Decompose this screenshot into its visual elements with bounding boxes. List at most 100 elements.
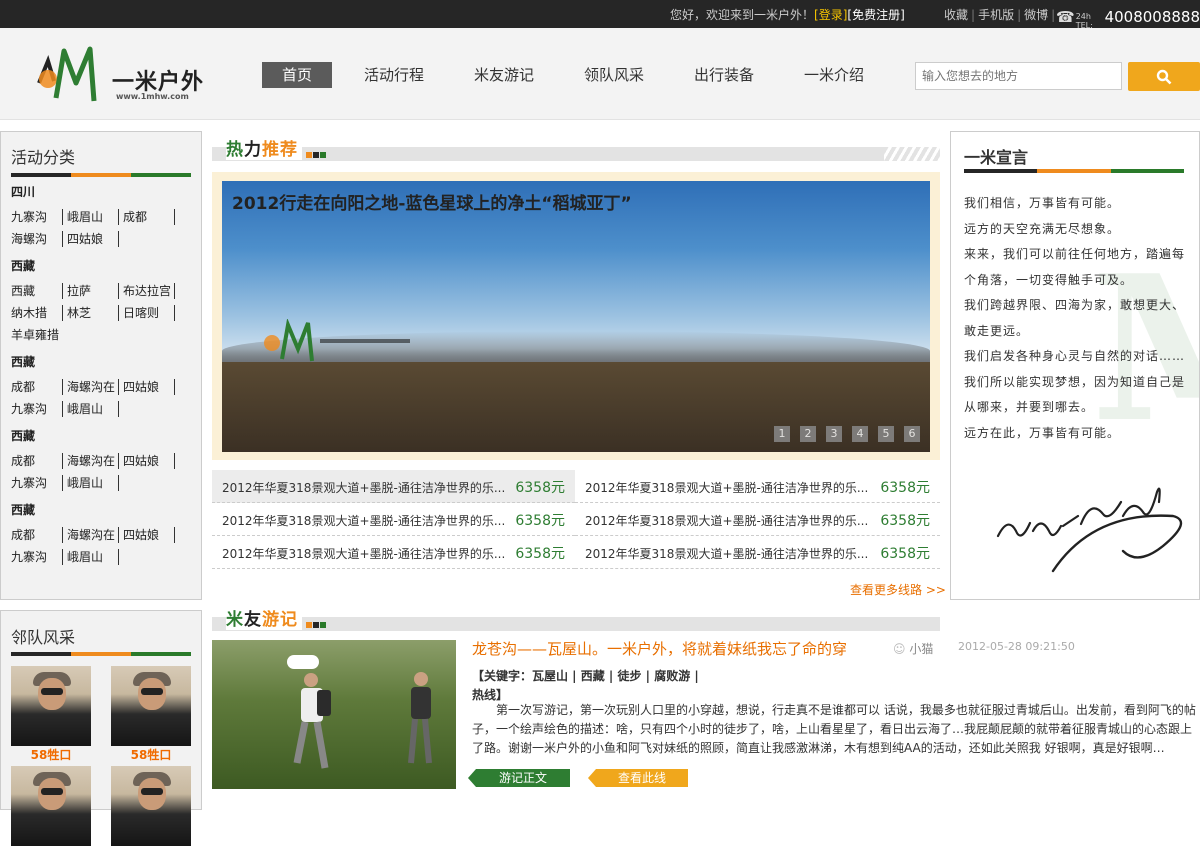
travel-section-title: 米友游记 bbox=[212, 603, 940, 633]
leader-name: 58牲口 bbox=[130, 748, 172, 762]
manifesto-line: 我们所以能实现梦想，因为知道自己是从哪来，并要到哪去。 bbox=[964, 374, 1186, 415]
section-heading: 米友游记 bbox=[226, 605, 302, 630]
category-link[interactable]: 日喀则 bbox=[123, 305, 175, 321]
leaders-title: 邻队风采 bbox=[11, 628, 76, 647]
route-title[interactable]: 2012年华夏318景观大道+墨脱-通往洁净世界的乐... bbox=[222, 479, 505, 496]
route-item[interactable]: 2012年华夏318景观大道+墨脱-通往洁净世界的乐... 6358元 bbox=[212, 503, 575, 536]
category-link[interactable]: 羊卓雍措 bbox=[11, 327, 65, 343]
pager-dot[interactable]: 5 bbox=[878, 426, 894, 442]
weibo-link[interactable]: 微博 bbox=[1024, 8, 1048, 22]
nav-leaders[interactable]: 领队风采 bbox=[584, 62, 644, 88]
category-link[interactable]: 海螺沟在 bbox=[67, 379, 119, 395]
category-link[interactable]: 成都 bbox=[11, 527, 63, 543]
category-link[interactable]: 海螺沟在 bbox=[67, 453, 119, 469]
nav-activities[interactable]: 活动行程 bbox=[364, 62, 424, 88]
category-link[interactable]: 峨眉山 bbox=[67, 549, 119, 565]
category-link[interactable]: 九寨沟 bbox=[11, 401, 63, 417]
route-title[interactable]: 2012年华夏318景观大道+墨脱-通往洁净世界的乐... bbox=[222, 512, 505, 529]
hot-section-title: 热力推荐 bbox=[212, 133, 940, 163]
route-item[interactable]: 2012年华夏318景观大道+墨脱-通往洁净世界的乐... 6358元 bbox=[575, 503, 940, 536]
pager-dot[interactable]: 4 bbox=[852, 426, 868, 442]
category-link[interactable]: 拉萨 bbox=[67, 283, 119, 299]
banner-image[interactable]: 2012行走在向阳之地-蓝色星球上的净土“稻城亚丁” 1 2 3 4 5 6 bbox=[222, 181, 930, 452]
author-icon: ☺ bbox=[893, 642, 906, 656]
favorite-link[interactable]: 收藏 bbox=[944, 8, 968, 22]
category-link[interactable]: 峨眉山 bbox=[67, 401, 119, 417]
category-link[interactable]: 成都 bbox=[11, 379, 63, 395]
logo-mark-icon bbox=[37, 46, 97, 102]
leader-card[interactable]: 58牲口 bbox=[11, 666, 91, 763]
category-panel: 活动分类 四川 九寨沟 峨眉山 成都 海螺沟 四姑娘 西藏 西藏 拉萨 布达拉宫… bbox=[0, 131, 202, 600]
category-title: 活动分类 bbox=[11, 148, 76, 167]
route-item[interactable]: 2012年华夏318景观大道+墨脱-通往洁净世界的乐... 6358元 bbox=[212, 536, 575, 569]
login-link[interactable]: [登录] bbox=[814, 8, 847, 22]
author-name: ☺ 小猫 bbox=[893, 642, 934, 656]
manifesto-line: 我们相信，万事皆有可能。 bbox=[964, 196, 1121, 210]
site-logo[interactable]: 一米户外 www.1mhw.com bbox=[34, 43, 209, 107]
leader-card[interactable]: 58牲口 bbox=[111, 666, 191, 763]
pager-dot[interactable]: 6 bbox=[904, 426, 920, 442]
route-title[interactable]: 2012年华夏318景观大道+墨脱-通往洁净世界的乐... bbox=[585, 545, 868, 562]
manifesto-line: 远方的天空充满无尽想象。 bbox=[964, 221, 1121, 236]
keywords: 【关键字：瓦屋山 | 西藏 | 徒步 | 腐败游 | 热线】 bbox=[472, 669, 699, 702]
route-title[interactable]: 2012年华夏318景观大道+墨脱-通往洁净世界的乐... bbox=[585, 479, 868, 496]
more-routes-link[interactable]: 查看更多线路 >> bbox=[850, 581, 946, 598]
category-link[interactable]: 九寨沟 bbox=[11, 549, 63, 565]
category-link[interactable]: 峨眉山 bbox=[67, 209, 119, 225]
slider-pager: 1 2 3 4 5 6 bbox=[774, 426, 920, 442]
header: 一米户外 www.1mhw.com 首页 活动行程 米友游记 领队风采 出行装备… bbox=[0, 28, 1200, 120]
search-input[interactable] bbox=[915, 62, 1122, 90]
leader-card[interactable] bbox=[111, 766, 191, 846]
title-underline bbox=[11, 173, 191, 177]
category-link[interactable]: 四姑娘 bbox=[123, 379, 175, 395]
watermark-logo-icon bbox=[264, 319, 410, 362]
category-link[interactable]: 海螺沟 bbox=[11, 231, 63, 247]
category-link[interactable]: 成都 bbox=[11, 453, 63, 469]
banner-slider: 2012行走在向阳之地-蓝色星球上的净土“稻城亚丁” 1 2 3 4 5 6 bbox=[212, 172, 940, 460]
route-title[interactable]: 2012年华夏318景观大道+墨脱-通往洁净世界的乐... bbox=[585, 512, 868, 529]
logo-url: www.1mhw.com bbox=[116, 92, 189, 101]
category-link[interactable]: 林芝 bbox=[67, 305, 119, 321]
route-price: 6358元 bbox=[880, 546, 930, 562]
view-route-button[interactable]: 查看此线路 bbox=[588, 769, 688, 803]
travelogue-title[interactable]: 龙苍沟——瓦屋山。一米户外，将就着妹纸我忘了命的穿 bbox=[472, 638, 847, 659]
category-link[interactable]: 布达拉宫 bbox=[123, 283, 175, 299]
pager-dot[interactable]: 2 bbox=[800, 426, 816, 442]
route-title[interactable]: 2012年华夏318景观大道+墨脱-通往洁净世界的乐... bbox=[222, 545, 505, 562]
search-button[interactable] bbox=[1128, 62, 1200, 91]
leader-card[interactable] bbox=[11, 766, 91, 846]
nav-about[interactable]: 一米介绍 bbox=[804, 62, 864, 88]
category-link[interactable]: 九寨沟 bbox=[11, 209, 63, 225]
title-underline bbox=[964, 169, 1184, 173]
pager-dot[interactable]: 3 bbox=[826, 426, 842, 442]
category-link[interactable]: 西藏 bbox=[11, 283, 63, 299]
nav-gear[interactable]: 出行装备 bbox=[694, 62, 754, 88]
category-link[interactable]: 九寨沟 bbox=[11, 475, 63, 491]
mobile-link[interactable]: 手机版 bbox=[978, 8, 1014, 22]
category-link[interactable]: 四姑娘 bbox=[67, 231, 119, 247]
nav-home[interactable]: 首页 bbox=[262, 62, 332, 88]
route-item[interactable]: 2012年华夏318景观大道+墨脱-通往洁净世界的乐... 6358元 bbox=[575, 470, 940, 503]
category-link[interactable]: 四姑娘 bbox=[123, 527, 175, 543]
read-travelogue-button[interactable]: 游记正文 bbox=[468, 769, 570, 787]
category-link[interactable]: 海螺沟在 bbox=[67, 527, 119, 543]
category-link[interactable]: 成都 bbox=[123, 209, 175, 225]
pager-dot[interactable]: 1 bbox=[774, 426, 790, 442]
manifesto-text: 我们相信，万事皆有可能。 远方的天空充满无尽想象。 来来，我们可以前往任何地方，… bbox=[964, 191, 1192, 446]
register-link[interactable]: [免费注册] bbox=[847, 8, 904, 22]
route-price: 6358元 bbox=[880, 480, 930, 496]
leaders-panel: 邻队风采 58牲口 58牲口 bbox=[0, 610, 202, 846]
manifesto-panel: M 一米宣言 我们相信，万事皆有可能。 远方的天空充满无尽想象。 来来，我们可以… bbox=[950, 131, 1200, 600]
region-label: 西藏 bbox=[11, 355, 36, 369]
signature-icon bbox=[996, 487, 1183, 573]
route-item[interactable]: 2012年华夏318景观大道+墨脱-通往洁净世界的乐... 6358元 bbox=[575, 536, 940, 569]
region-label: 西藏 bbox=[11, 259, 36, 273]
leader-avatar bbox=[11, 766, 91, 846]
category-link[interactable]: 峨眉山 bbox=[67, 475, 119, 491]
category-link[interactable]: 四姑娘 bbox=[123, 453, 175, 469]
travelogue-photo[interactable] bbox=[212, 640, 456, 789]
category-link[interactable]: 纳木措 bbox=[11, 305, 63, 321]
tel-number: 4008008888 bbox=[1104, 8, 1200, 26]
nav-travelogues[interactable]: 米友游记 bbox=[474, 62, 534, 88]
route-item[interactable]: 2012年华夏318景观大道+墨脱-通往洁净世界的乐... 6358元 bbox=[212, 470, 575, 503]
